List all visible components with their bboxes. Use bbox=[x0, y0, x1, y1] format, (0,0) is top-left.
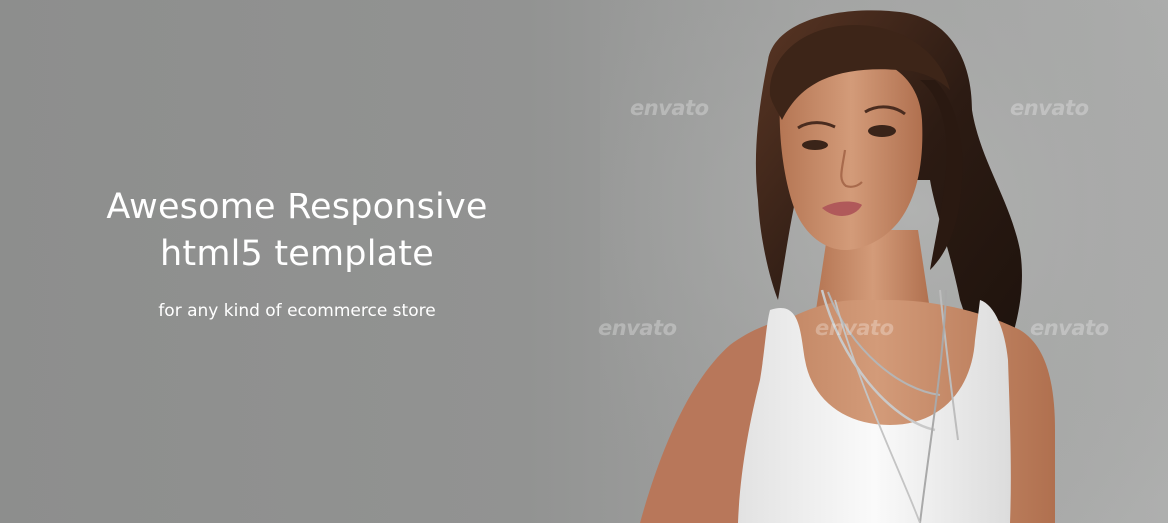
envato-watermark: envato bbox=[630, 96, 709, 120]
left-eye bbox=[802, 140, 828, 150]
headline-line-1: Awesome Responsive bbox=[106, 187, 488, 227]
slide-subtitle: for any kind of ecommerce store bbox=[158, 301, 436, 321]
envato-watermark: envato bbox=[1010, 96, 1089, 120]
headline-line-2: html5 template bbox=[160, 234, 434, 274]
model-photo bbox=[600, 0, 1168, 523]
envato-watermark: envato bbox=[1030, 316, 1109, 340]
right-eye bbox=[868, 125, 896, 137]
slide-caption: Awesome Responsive html5 template for an… bbox=[97, 184, 497, 323]
envato-watermark: envato bbox=[598, 316, 677, 340]
hero-slide: Awesome Responsive html5 template for an… bbox=[0, 0, 1168, 523]
slide-headline: Awesome Responsive html5 template bbox=[97, 184, 497, 278]
envato-watermark: envato bbox=[815, 316, 894, 340]
